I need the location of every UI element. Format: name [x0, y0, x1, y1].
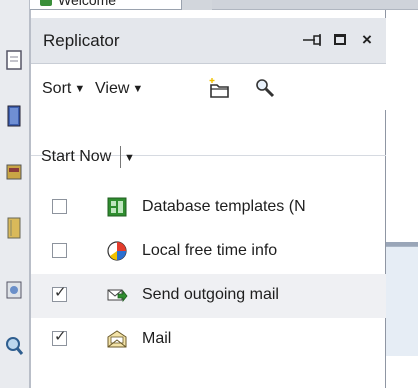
split-button-divider — [120, 146, 121, 168]
free-time-icon — [106, 240, 128, 262]
search-icon[interactable] — [253, 76, 279, 102]
check-icon: ✓ — [54, 328, 67, 345]
sort-menu-button[interactable]: Sort ▼ — [42, 80, 85, 98]
panel-title: Replicator — [43, 31, 120, 50]
bookmark-page-icon[interactable] — [3, 48, 25, 72]
background-document — [386, 10, 418, 388]
item-label: Database templates (N — [142, 198, 306, 215]
enable-checkbox[interactable] — [52, 199, 67, 214]
panel-title-bar: Replicator × — [31, 18, 386, 64]
view-label: View — [95, 80, 130, 97]
database-templates-icon — [106, 196, 128, 218]
maximize-icon[interactable] — [331, 31, 349, 49]
mail-icon — [106, 328, 128, 350]
chevron-down-icon: ▼ — [132, 83, 144, 95]
bookmark-book-icon[interactable] — [3, 104, 25, 128]
pin-icon[interactable] — [299, 31, 325, 49]
launcher-bar — [0, 0, 30, 388]
welcome-tab-icon — [40, 0, 52, 6]
bookmark-notebook-icon[interactable] — [3, 216, 25, 240]
start-now-button[interactable]: Start Now — [41, 148, 111, 166]
list-item[interactable]: Database templates (N — [31, 186, 386, 230]
close-icon[interactable]: × — [357, 31, 377, 49]
tab-strip-fill — [212, 0, 418, 10]
background-band — [386, 246, 418, 356]
enable-checkbox[interactable]: ✓ — [52, 284, 67, 302]
enable-checkbox[interactable] — [52, 243, 67, 258]
check-icon: ✓ — [54, 284, 67, 301]
list-item[interactable]: ✓ Mail — [31, 318, 386, 362]
item-label: Send outgoing mail — [142, 286, 279, 303]
outgoing-mail-icon — [106, 284, 128, 306]
replicator-panel: Replicator × Sort ▼ View ▼ Database templa… — [30, 10, 386, 388]
tab-welcome[interactable]: Welcome — [30, 0, 182, 10]
item-label: Mail — [142, 330, 172, 347]
new-page-icon[interactable] — [207, 76, 233, 102]
bookmark-folder-icon[interactable] — [3, 160, 25, 184]
enable-checkbox[interactable]: ✓ — [52, 328, 67, 346]
item-label: Local free time info — [142, 242, 278, 259]
view-menu-button[interactable]: View ▼ — [95, 80, 143, 98]
bookmark-replicator-icon[interactable] — [3, 278, 25, 302]
panel-toolbar: Sort ▼ View ▼ — [31, 64, 386, 110]
sort-label: Sort — [42, 80, 72, 97]
tab-strip: Welcome — [30, 0, 418, 10]
tab-label: Welcome — [58, 0, 117, 8]
chevron-down-icon: ▼ — [74, 83, 86, 95]
list-item[interactable]: Local free time info — [31, 230, 386, 274]
list-item[interactable]: ✓ Send outgoing mail — [31, 274, 386, 318]
chevron-down-icon[interactable]: ▼ — [124, 152, 135, 164]
bookmark-search-icon[interactable] — [3, 334, 25, 358]
